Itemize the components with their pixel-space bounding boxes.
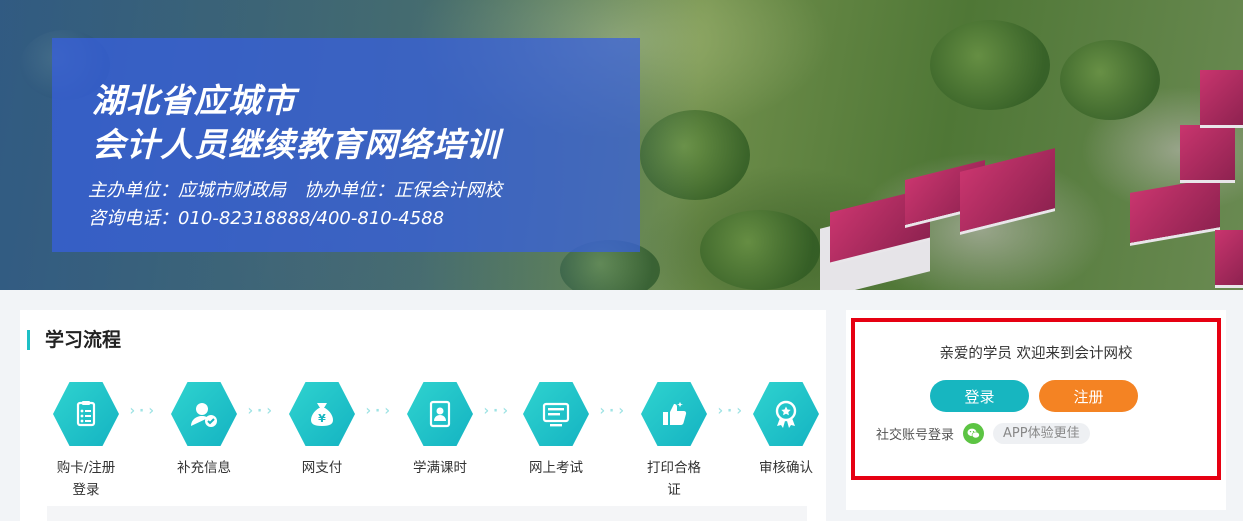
step-label: 审核确认	[759, 460, 813, 476]
step-arrow: ›·›	[128, 403, 157, 419]
tree-cluster	[1060, 40, 1160, 120]
step-label: 网上考试	[529, 460, 583, 476]
step-arrow: ›·›	[246, 403, 275, 419]
step-label: 网支付	[301, 460, 343, 476]
user-check-icon	[171, 382, 237, 446]
money-bag-icon: ¥	[289, 382, 355, 446]
process-step-hours[interactable]: 学满课时	[400, 382, 480, 479]
tree-cluster	[700, 210, 820, 290]
process-step-exam[interactable]: 网上考试	[516, 382, 596, 479]
card-list-icon	[53, 382, 119, 446]
thumbs-up-icon	[641, 382, 707, 446]
step-label: 学满课时	[413, 460, 467, 476]
organizer-text: 主办单位：应城市财政局	[88, 180, 286, 201]
award-icon	[753, 382, 819, 446]
svg-text:¥: ¥	[318, 412, 326, 425]
process-step-payment[interactable]: ¥ 网支付	[282, 382, 362, 479]
user-badge-icon	[407, 382, 473, 446]
process-step-info[interactable]: 补充信息	[164, 382, 244, 479]
step-arrow: ›·›	[364, 403, 393, 419]
process-step-purchase[interactable]: 购卡/注册登录	[46, 382, 126, 501]
step-label: 购卡/注册登录	[56, 460, 116, 498]
highlight-frame	[851, 318, 1221, 480]
step-label: 打印合格证	[647, 460, 701, 498]
building-roof	[1215, 230, 1243, 285]
co-organizer-text: 协办单位：正保会计网校	[304, 180, 502, 201]
building-roof	[1130, 177, 1220, 243]
process-step-review[interactable]: 审核确认	[746, 382, 826, 479]
building-roof	[960, 148, 1055, 232]
monitor-icon	[523, 382, 589, 446]
banner-title-line2: 会计人员继续教育网络培训	[92, 125, 500, 164]
step-arrow: ›·›	[598, 403, 627, 419]
process-step-certificate[interactable]: 打印合格证	[634, 382, 714, 501]
building-roof	[1180, 125, 1235, 180]
hero-banner: 湖北省应城市 会计人员继续教育网络培训 主办单位：应城市财政局 协办单位：正保会计…	[0, 0, 1243, 290]
study-process-card: 学习流程 购卡/注册登录 ›·› 补充信息 ›·› ¥ 网支付 ›·› 学满课时…	[20, 310, 826, 521]
process-heading: 学习流程	[27, 330, 121, 350]
process-bottom-strip	[47, 506, 807, 521]
banner-organizers: 主办单位：应城市财政局 协办单位：正保会计网校	[88, 176, 502, 202]
tree-cluster	[930, 20, 1050, 110]
step-label: 补充信息	[177, 460, 231, 476]
banner-title-line1: 湖北省应城市	[92, 81, 296, 120]
building-roof	[1200, 70, 1243, 125]
banner-hotline: 咨询电话：010-82318888/400-810-4588	[88, 208, 445, 229]
